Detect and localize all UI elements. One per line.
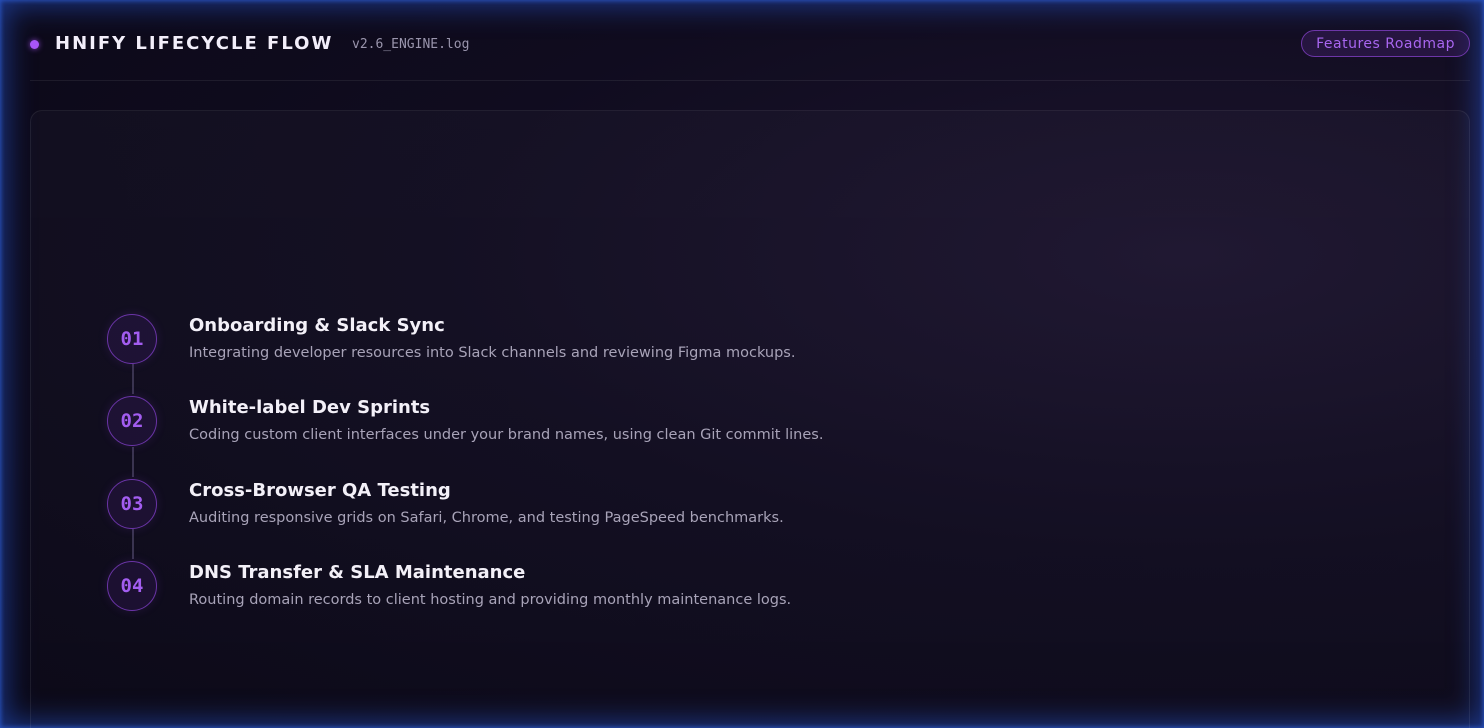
step-title: Onboarding & Slack Sync [189, 315, 445, 336]
step-title: White-label Dev Sprints [189, 397, 431, 418]
step-number-badge: 01 [107, 314, 157, 364]
step-description: Routing domain records to client hosting… [189, 592, 792, 608]
lifecycle-step: 03 Cross-Browser QA Testing Auditing res… [107, 479, 1007, 539]
step-description: Coding custom client interfaces under yo… [189, 427, 824, 443]
step-description: Auditing responsive grids on Safari, Chr… [189, 510, 784, 526]
app-window: HNIFY LIFECYCLE FLOW v2.6_ENGINE.log Fea… [0, 0, 1484, 728]
features-roadmap-button[interactable]: Features Roadmap [1301, 30, 1470, 57]
step-number-badge: 04 [107, 561, 157, 611]
lifecycle-step: 01 Onboarding & Slack Sync Integrating d… [107, 314, 1007, 374]
step-title: DNS Transfer & SLA Maintenance [189, 562, 526, 583]
lifecycle-step: 02 White-label Dev Sprints Coding custom… [107, 396, 1007, 456]
lifecycle-step: 04 DNS Transfer & SLA Maintenance Routin… [107, 561, 1007, 621]
version-label: v2.6_ENGINE.log [352, 37, 470, 52]
header-bar: HNIFY LIFECYCLE FLOW v2.6_ENGINE.log Fea… [30, 0, 1470, 81]
step-number-badge: 03 [107, 479, 157, 529]
page-title: HNIFY LIFECYCLE FLOW [55, 33, 334, 54]
status-dot-icon [30, 40, 39, 49]
step-number-badge: 02 [107, 396, 157, 446]
step-description: Integrating developer resources into Sla… [189, 345, 796, 361]
lifecycle-panel: 01 Onboarding & Slack Sync Integrating d… [30, 110, 1470, 728]
step-title: Cross-Browser QA Testing [189, 480, 451, 501]
